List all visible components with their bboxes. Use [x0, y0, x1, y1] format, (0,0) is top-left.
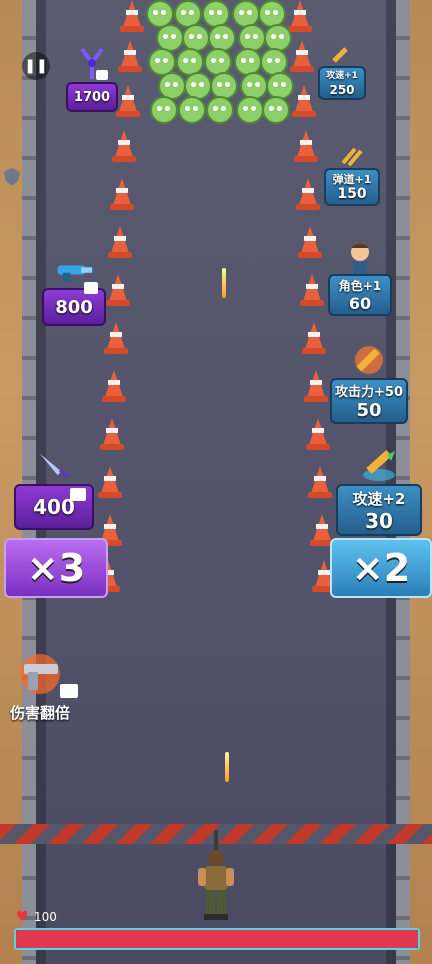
pickup-value: 60 [348, 294, 372, 313]
traffic-cone-icon [104, 322, 128, 354]
dagger-icon [34, 448, 74, 484]
pickup-label: 伤害翻倍 [10, 704, 71, 722]
player-soldier[interactable] [194, 830, 238, 922]
pause-icon: ❚❚ [24, 58, 48, 74]
pickup-label: 攻击力+50 [335, 385, 403, 400]
zombie-horde [146, 0, 294, 150]
video-ad-icon [96, 70, 108, 80]
traffic-cone-icon [290, 40, 314, 72]
video-ad-icon [84, 282, 98, 294]
traffic-cone-icon [302, 322, 326, 354]
pickup-label: 角色+1 [338, 279, 382, 293]
traffic-cone-icon [294, 130, 318, 162]
traffic-cone-icon [306, 418, 330, 450]
pickup-value: 1700 [66, 82, 118, 112]
pickup-label: 攻速+2 [352, 489, 406, 508]
traffic-cone-icon [304, 370, 328, 402]
pickup-value: 150 [337, 185, 367, 202]
pickup-value: 30 [365, 508, 393, 533]
traffic-cone-icon [102, 370, 126, 402]
traffic-cone-icon [310, 514, 334, 546]
traffic-cone-icon [118, 40, 142, 72]
character-icon [340, 240, 380, 274]
pickup-label: 弹道+1 [332, 172, 372, 186]
traffic-cone-icon [110, 178, 134, 210]
traffic-cone-icon [300, 274, 324, 306]
bullet-burst-icon [349, 342, 389, 378]
pickup-value: 50 [356, 400, 382, 421]
pickup-attack-50: 攻击力+50 50 [330, 342, 408, 424]
traffic-cone-icon [120, 0, 144, 32]
pickup-attack-speed-2: 攻速+2 30 [336, 444, 422, 536]
zombie [236, 96, 264, 124]
video-ad-icon [60, 684, 78, 698]
traffic-cone-icon [100, 418, 124, 450]
pickup-label: 攻速+1 [326, 70, 358, 81]
traffic-cone-icon [296, 178, 320, 210]
bullet-projectile [225, 752, 229, 782]
traffic-cone-icon [308, 466, 332, 498]
pause-button[interactable]: ❚❚ [22, 52, 50, 80]
traffic-cone-icon [106, 274, 130, 306]
zombie [150, 96, 178, 124]
game-view: ❚❚ 1700 800 400 伤害翻倍 攻速+1 250 弹道+1 150 角… [0, 0, 432, 964]
traffic-cone-icon [108, 226, 132, 258]
traffic-cone-icon [98, 466, 122, 498]
hp-bar [14, 928, 420, 950]
bullet-icon [359, 444, 399, 484]
pickup-value: 250 [329, 82, 355, 97]
multiplier-gate-left: ×3 [4, 538, 108, 598]
traffic-cone-icon [298, 226, 322, 258]
pickup-projectile-1: 弹道+1 150 [324, 142, 380, 206]
hp-display: ♥ 100 [16, 910, 57, 924]
pickup-character-1: 角色+1 60 [328, 240, 392, 316]
traffic-cone-icon [112, 130, 136, 162]
bullet-projectile [222, 268, 226, 298]
traffic-cone-icon [292, 85, 316, 117]
zombie [206, 96, 234, 124]
hp-value: 100 [34, 910, 57, 924]
video-ad-icon [70, 488, 86, 501]
multiplier-gate-right: ×2 [330, 538, 432, 598]
zombie [262, 96, 290, 124]
hp-bar-fill [16, 930, 418, 948]
traffic-cone-icon [116, 85, 140, 117]
bullets-icon [322, 44, 362, 66]
pickup-attack-speed-1: 攻速+1 250 [318, 44, 366, 100]
bullets-icon [332, 142, 372, 168]
pickup-crossbow: 1700 [66, 46, 118, 112]
traffic-cone-icon [288, 0, 312, 32]
heart-icon: ♥ [16, 909, 29, 925]
zombie [178, 96, 206, 124]
